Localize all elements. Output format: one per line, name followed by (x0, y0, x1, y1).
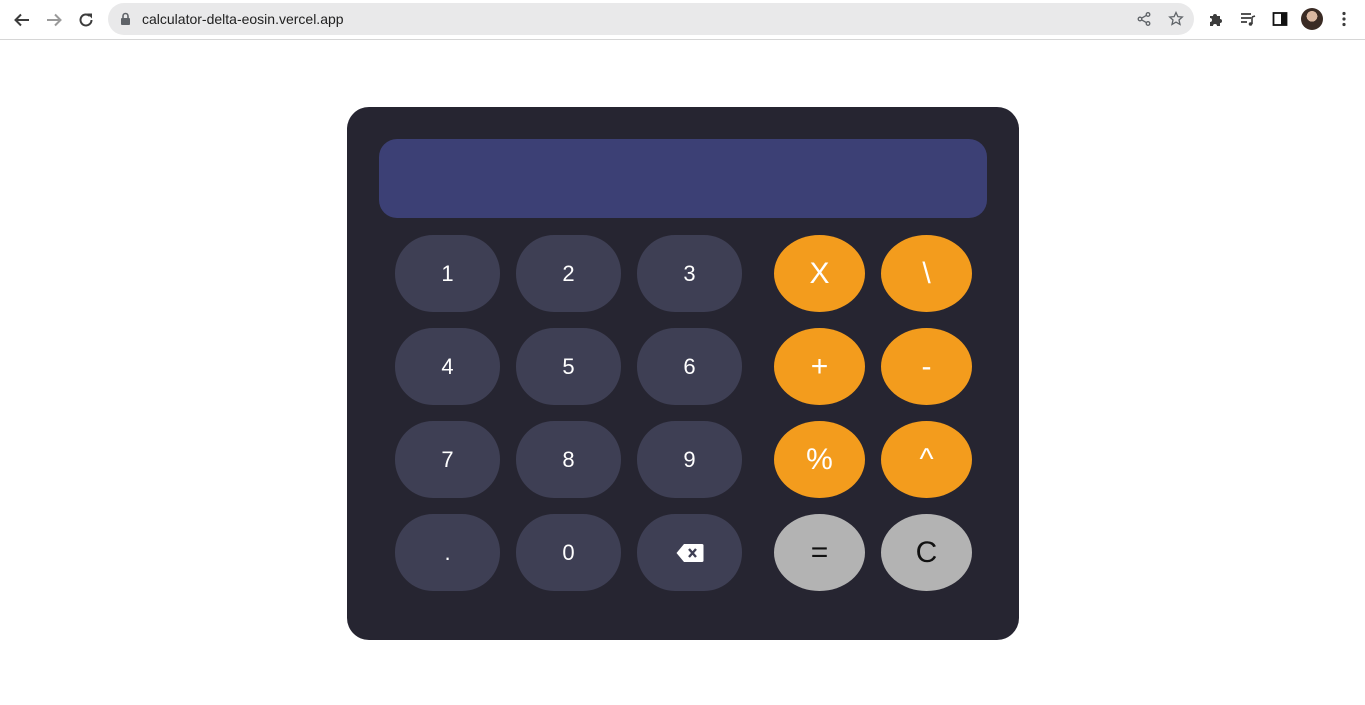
key-1-button[interactable]: 1 (395, 235, 500, 312)
calculator-display (379, 139, 987, 218)
forward-button[interactable] (41, 7, 67, 33)
key-2-button[interactable]: 2 (516, 235, 621, 312)
backspace-icon (676, 543, 703, 562)
key-0-button[interactable]: 0 (516, 514, 621, 591)
minus-button[interactable]: - (881, 328, 972, 405)
kebab-menu-icon (1342, 11, 1346, 27)
plus-button[interactable]: + (774, 328, 865, 405)
extensions-button[interactable] (1206, 9, 1226, 29)
key-6-button[interactable]: 6 (637, 328, 742, 405)
reload-button[interactable] (73, 7, 99, 33)
address-bar[interactable]: calculator-delta-eosin.vercel.app (108, 3, 1194, 35)
lock-icon (121, 12, 130, 25)
back-arrow-icon (14, 13, 29, 27)
side-panel-icon (1272, 12, 1288, 26)
key-3-button[interactable]: 3 (637, 235, 742, 312)
divide-button[interactable]: \ (881, 235, 972, 312)
key-8-button[interactable]: 8 (516, 421, 621, 498)
multiply-button[interactable]: X (774, 235, 865, 312)
bookmark-button[interactable] (1167, 10, 1185, 28)
avatar[interactable] (1301, 8, 1323, 30)
forward-arrow-icon (47, 13, 62, 27)
reload-icon (79, 13, 93, 27)
back-button[interactable] (9, 7, 35, 33)
share-icon (1137, 12, 1151, 26)
url-text: calculator-delta-eosin.vercel.app (142, 11, 344, 27)
percent-button[interactable]: % (774, 421, 865, 498)
key-7-button[interactable]: 7 (395, 421, 500, 498)
media-queue-icon (1241, 13, 1256, 26)
share-button[interactable] (1135, 10, 1153, 28)
side-panel-button[interactable] (1270, 9, 1290, 29)
puzzle-icon (1210, 14, 1222, 26)
power-button[interactable]: ^ (881, 421, 972, 498)
browser-toolbar: calculator-delta-eosin.vercel.app (0, 0, 1365, 40)
key-5-button[interactable]: 5 (516, 328, 621, 405)
backspace-button[interactable] (637, 514, 742, 591)
clear-button[interactable]: C (881, 514, 972, 591)
key-4-button[interactable]: 4 (395, 328, 500, 405)
star-icon (1168, 11, 1184, 26)
menu-button[interactable] (1334, 9, 1354, 29)
key-9-button[interactable]: 9 (637, 421, 742, 498)
decimal-button[interactable]: . (395, 514, 500, 591)
equals-button[interactable]: = (774, 514, 865, 591)
calculator: 1 2 3 X \ 4 5 6 + - 7 8 9 % ^ . 0 = C (347, 107, 1019, 640)
media-queue-button[interactable] (1238, 9, 1258, 29)
